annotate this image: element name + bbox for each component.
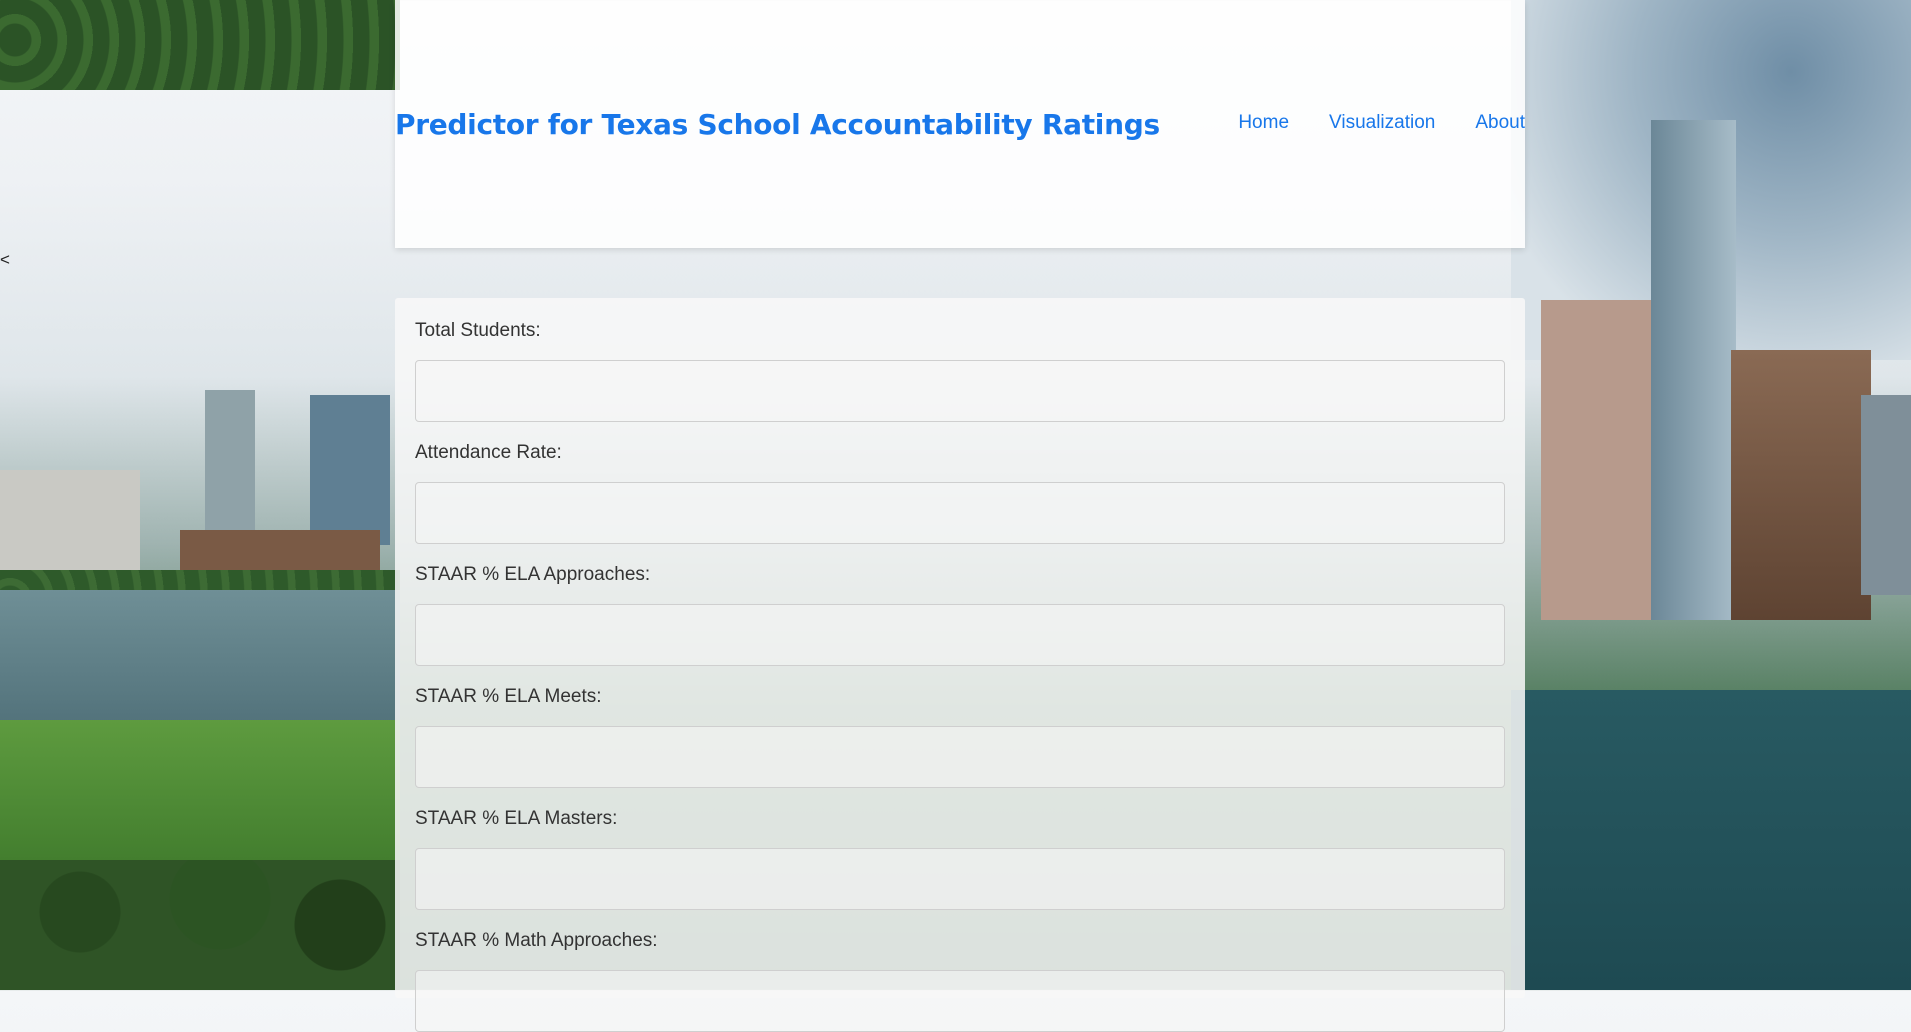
ela-masters-label: STAAR % ELA Masters: bbox=[415, 808, 618, 829]
ela-approaches-label: STAAR % ELA Approaches: bbox=[415, 564, 651, 585]
form-field-total-students: Total Students: bbox=[415, 320, 1505, 422]
total-students-label: Total Students: bbox=[415, 320, 541, 341]
nav-link-about[interactable]: About bbox=[1475, 112, 1525, 134]
math-approaches-label: STAAR % Math Approaches: bbox=[415, 930, 658, 951]
math-approaches-input[interactable] bbox=[415, 970, 1505, 1032]
building bbox=[310, 395, 390, 545]
river bbox=[1511, 690, 1911, 990]
building bbox=[205, 390, 255, 540]
attendance-rate-label: Attendance Rate: bbox=[415, 442, 562, 463]
back-arrow-button[interactable]: < bbox=[0, 250, 10, 270]
tree-line bbox=[0, 0, 400, 90]
ela-meets-input[interactable] bbox=[415, 726, 1505, 788]
site-header: Predictor for Texas School Accountabilit… bbox=[395, 0, 1525, 248]
form-field-ela-meets: STAAR % ELA Meets: bbox=[415, 686, 1505, 788]
total-students-input[interactable] bbox=[415, 360, 1505, 422]
building bbox=[0, 470, 140, 570]
park-lawn bbox=[0, 720, 400, 880]
form-field-attendance-rate: Attendance Rate: bbox=[415, 442, 1505, 544]
trees bbox=[0, 860, 400, 990]
page-title: Predictor for Texas School Accountabilit… bbox=[395, 108, 1160, 141]
ela-masters-input[interactable] bbox=[415, 848, 1505, 910]
building bbox=[1861, 395, 1911, 595]
building bbox=[1731, 350, 1871, 620]
nav-link-visualization[interactable]: Visualization bbox=[1329, 112, 1435, 134]
ela-meets-label: STAAR % ELA Meets: bbox=[415, 686, 602, 707]
skyscraper bbox=[1651, 120, 1736, 620]
nav-link-home[interactable]: Home bbox=[1238, 112, 1289, 134]
form-field-ela-approaches: STAAR % ELA Approaches: bbox=[415, 564, 1505, 666]
form-field-ela-masters: STAAR % ELA Masters: bbox=[415, 808, 1505, 910]
prediction-form: Total Students: Attendance Rate: STAAR %… bbox=[395, 298, 1525, 1032]
form-field-math-approaches: STAAR % Math Approaches: bbox=[415, 930, 1505, 1032]
river bbox=[0, 590, 400, 740]
top-nav: Home Visualization About bbox=[1238, 112, 1525, 134]
ela-approaches-input[interactable] bbox=[415, 604, 1505, 666]
attendance-rate-input[interactable] bbox=[415, 482, 1505, 544]
